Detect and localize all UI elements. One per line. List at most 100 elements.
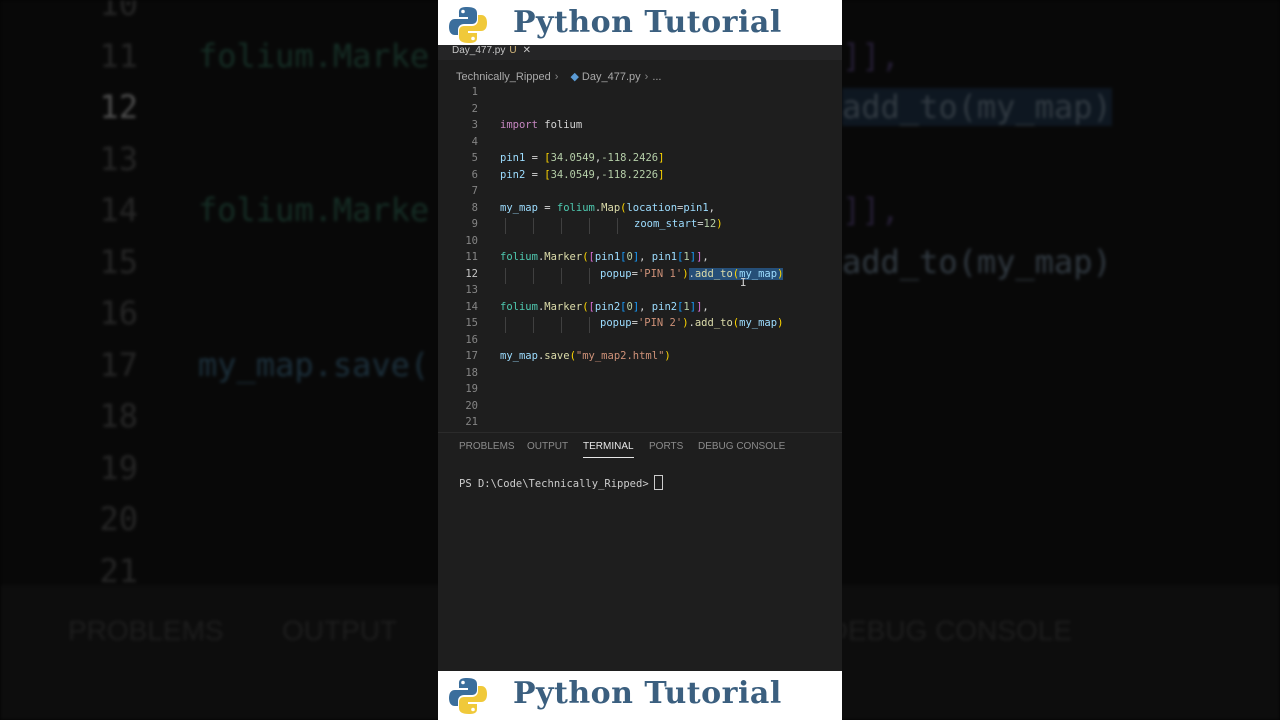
editor-tab-strip: Day_477.py U ✕ <box>438 45 842 60</box>
chevron-right-icon: › <box>644 71 649 83</box>
code-line[interactable]: 1 <box>438 86 842 102</box>
code-token: = <box>537 201 557 214</box>
line-number: 19 <box>465 383 478 395</box>
code-token: ] <box>658 152 665 164</box>
code-line[interactable]: 15 popup='PIN 2').add_to(my_map) <box>438 317 842 333</box>
code-token: pin2 <box>500 168 526 181</box>
code-token: folium <box>556 201 595 214</box>
code-editor[interactable]: 1 2 3 import folium 4 5 pin1 = [34.0549,-118.2… <box>438 86 842 430</box>
code-token: my_map <box>500 350 538 362</box>
terminal-cursor <box>653 475 663 490</box>
code-line[interactable]: 5 pin1 = [34.0549,-118.2426] <box>438 152 842 168</box>
line-number: 14 <box>465 300 478 313</box>
code-token: -118.2426 <box>601 152 659 164</box>
code-token: , <box>639 251 652 263</box>
code-line[interactable]: 13 <box>438 284 842 300</box>
code-line[interactable]: 14 folium.Marker([pin2[0], pin2[1]], <box>438 301 842 317</box>
code-line[interactable]: 19 <box>438 383 842 399</box>
line-number: 12 <box>465 267 478 280</box>
video-frame: Python Tutorial Day_477.py U ✕ Technically… <box>438 0 842 720</box>
line-number: 15 <box>465 317 478 329</box>
code-text: popup='PIN 2').add_to(my_map) <box>600 317 783 329</box>
line-number: 1 <box>471 86 478 98</box>
bottom-banner: Python Tutorial <box>438 671 842 720</box>
tab-problems[interactable]: PROBLEMS <box>459 441 515 452</box>
code-token: pin1 <box>500 152 526 164</box>
code-token: popup <box>600 317 632 329</box>
code-line[interactable]: 16 <box>438 334 842 350</box>
terminal-prompt[interactable]: PS D:\Code\Technically_Ripped> <box>459 475 663 490</box>
code-line[interactable]: 8 my_map = folium.Map(location=pin1, <box>438 202 842 218</box>
code-token: 12 <box>703 218 717 230</box>
code-line[interactable]: 3 import folium <box>438 119 842 135</box>
code-line[interactable]: 12 popup='PIN 1').add_to(my_map) <box>438 267 842 284</box>
breadcrumb-file[interactable]: Day_477.py <box>582 71 641 83</box>
code-token: , <box>702 300 709 313</box>
line-number: 13 <box>465 284 478 296</box>
code-token: . <box>688 267 695 280</box>
code-line[interactable]: 10 <box>438 235 842 251</box>
code-token: popup <box>600 267 632 280</box>
code-token: pin1 <box>594 251 621 263</box>
code-token: pin1 <box>651 251 678 263</box>
code-token: 'PIN 1' <box>637 267 683 280</box>
close-icon[interactable]: ✕ <box>523 45 531 56</box>
breadcrumb: Technically_Ripped › ◆ Day_477.py ›... <box>456 70 661 83</box>
tab-output[interactable]: OUTPUT <box>527 441 568 452</box>
code-line[interactable]: 9 zoom_start=12) <box>438 218 842 234</box>
code-token: , <box>639 300 652 313</box>
code-line[interactable]: 18 <box>438 367 842 383</box>
tab-ports[interactable]: PORTS <box>649 441 683 452</box>
terminal-prompt-text: PS D:\Code\Technically_Ripped> <box>459 478 649 490</box>
code-token: ] <box>658 168 665 181</box>
code-text: folium.Marker([pin1[0], pin1[1]], <box>500 251 709 263</box>
code-token: , <box>702 251 709 263</box>
code-token: location <box>626 201 678 214</box>
code-token: add_to <box>694 317 733 329</box>
editor-tab-day-477[interactable]: Day_477.py U ✕ <box>452 45 531 60</box>
code-token: , <box>708 201 715 214</box>
code-line[interactable]: 7 <box>438 185 842 201</box>
code-line[interactable]: 6 pin2 = [34.0549,-118.2226] <box>438 169 842 185</box>
code-token: Marker <box>544 251 583 263</box>
line-number: 11 <box>465 251 478 263</box>
code-line[interactable]: 2 <box>438 103 842 119</box>
tab-label: Day_477.py <box>452 45 506 56</box>
code-token: 'PIN 2' <box>637 317 683 329</box>
code-line[interactable]: 11 folium.Marker([pin1[0], pin1[1]], <box>438 251 842 267</box>
line-number: 10 <box>465 234 478 247</box>
python-logo-icon <box>449 678 487 714</box>
code-token: folium <box>500 251 538 263</box>
code-token: ) <box>664 350 671 362</box>
code-text: pin1 = [34.0549,-118.2426] <box>500 152 664 164</box>
line-number: 20 <box>465 399 478 412</box>
code-text: import folium <box>500 119 582 131</box>
code-line[interactable]: 4 <box>438 136 842 152</box>
breadcrumb-more[interactable]: ... <box>652 71 661 83</box>
code-token: pin2 <box>651 300 678 313</box>
code-line[interactable]: 17 my_map.save("my_map2.html") <box>438 350 842 366</box>
code-token: = <box>525 152 545 164</box>
code-line[interactable]: 20 <box>438 400 842 416</box>
line-number: 3 <box>471 119 478 131</box>
tab-debug-console[interactable]: DEBUG CONSOLE <box>698 441 785 452</box>
line-number: 9 <box>471 218 478 230</box>
breadcrumb-folder[interactable]: Technically_Ripped <box>456 71 551 83</box>
code-token: save <box>544 350 570 362</box>
code-text: pin2 = [34.0549,-118.2226] <box>500 169 664 181</box>
python-file-icon: ◆ <box>570 71 579 83</box>
tab-modified-indicator: U <box>509 45 517 56</box>
line-number: 2 <box>471 102 478 115</box>
text-cursor-icon: I <box>740 276 747 289</box>
code-line[interactable]: 21 <box>438 416 842 430</box>
code-token: pin1 <box>683 201 709 214</box>
top-banner: Python Tutorial <box>438 0 842 50</box>
code-token: ) <box>777 317 784 329</box>
banner-title: Python Tutorial <box>513 676 782 711</box>
banner-title: Python Tutorial <box>513 5 782 40</box>
code-token: ) <box>682 267 689 280</box>
code-token: -118.2226 <box>601 168 659 181</box>
code-token: Marker <box>544 300 583 313</box>
code-token: ) <box>777 267 784 280</box>
tab-terminal[interactable]: TERMINAL <box>583 441 634 458</box>
